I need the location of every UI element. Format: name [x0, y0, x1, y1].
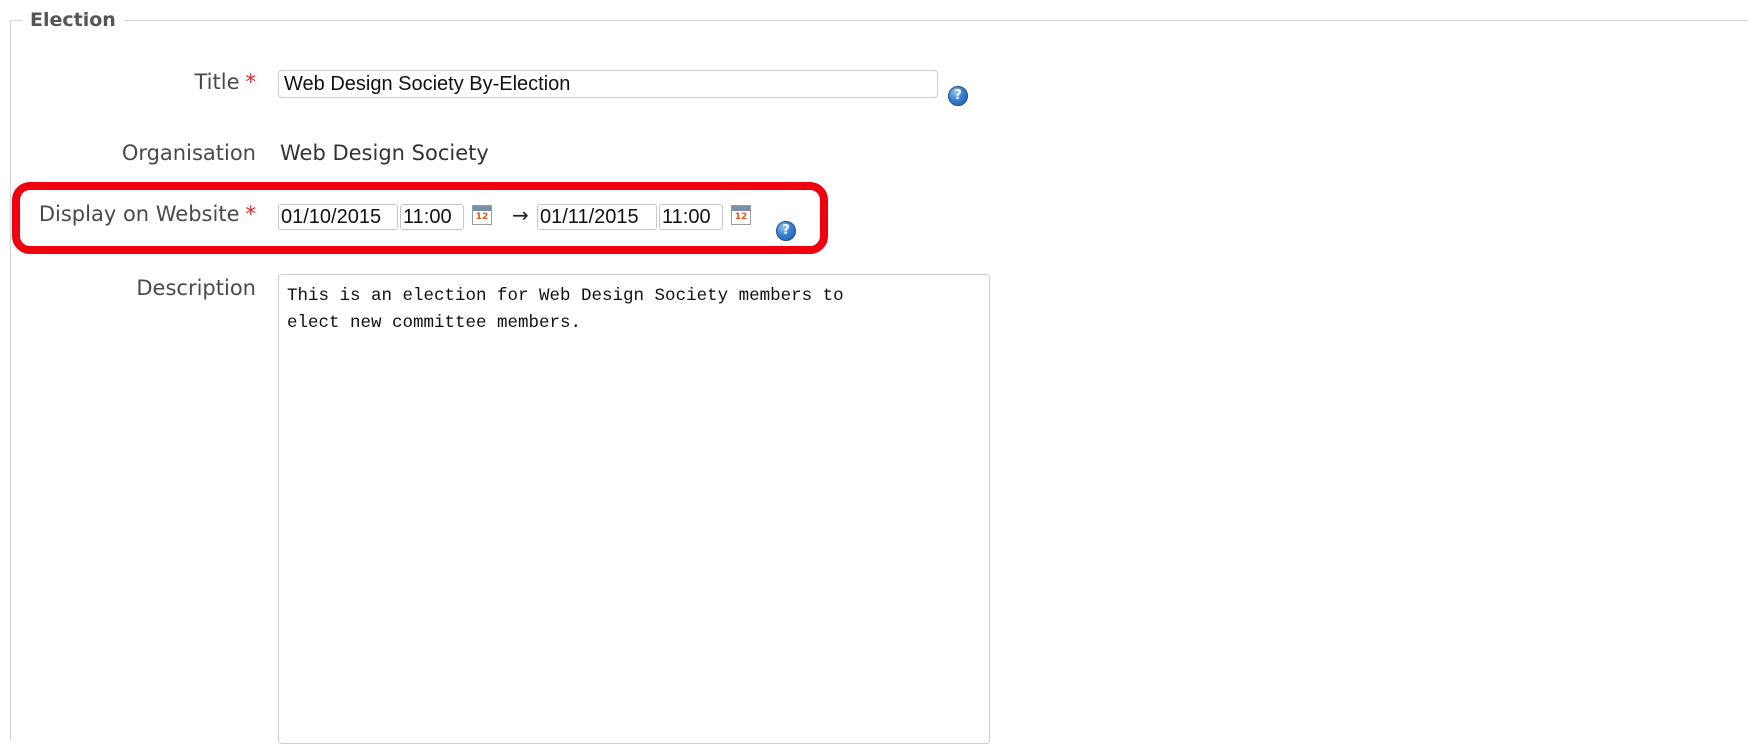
organisation-value: Web Design Society: [280, 141, 489, 165]
end-calendar-day: 12: [734, 212, 748, 222]
title-input[interactable]: Web Design Society By-Election: [278, 70, 938, 98]
display-on-website-label-text: Display on Website: [38, 202, 240, 226]
date-range-arrow: →: [512, 203, 529, 227]
fieldset-legend: Election: [22, 6, 124, 34]
end-date-input[interactable]: 01/11/2015: [537, 204, 657, 230]
title-required-marker: *: [245, 70, 257, 94]
end-calendar-icon[interactable]: 12: [731, 205, 751, 225]
description-label: Description: [136, 276, 256, 300]
description-textarea[interactable]: This is an election for Web Design Socie…: [278, 274, 990, 744]
title-label-text: Title: [194, 70, 240, 94]
start-calendar-icon[interactable]: 12: [472, 205, 492, 225]
end-time-input[interactable]: 11:00: [659, 204, 723, 230]
start-date-input[interactable]: 01/10/2015: [278, 204, 398, 230]
display-on-website-label: Display on Website *: [39, 202, 256, 226]
display-required-marker: *: [245, 202, 257, 226]
organisation-label: Organisation: [121, 141, 256, 165]
display-help-icon[interactable]: ?: [776, 221, 796, 241]
title-label: Title *: [194, 70, 256, 94]
start-calendar-day: 12: [475, 212, 489, 222]
title-help-icon[interactable]: ?: [948, 86, 968, 106]
start-time-input[interactable]: 11:00: [400, 204, 464, 230]
